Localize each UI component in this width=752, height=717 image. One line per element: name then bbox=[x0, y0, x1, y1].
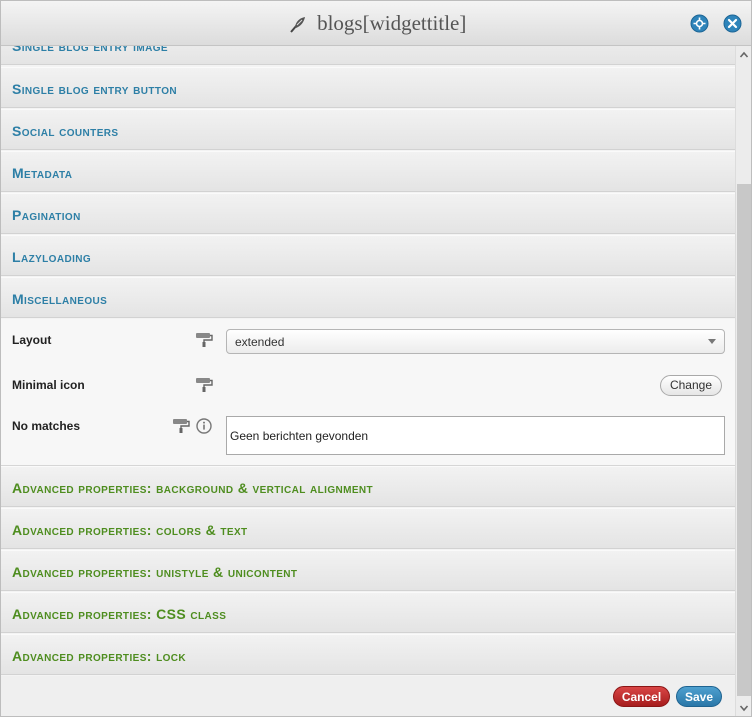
section-advanced-css-class[interactable]: Advanced properties: CSS class bbox=[1, 592, 735, 633]
layout-select[interactable]: extended bbox=[226, 329, 725, 354]
save-button[interactable]: Save bbox=[676, 686, 722, 707]
section-label: Lazyloading bbox=[12, 249, 92, 265]
feather-icon bbox=[289, 16, 305, 33]
section-single-blog-entry-image[interactable]: Single blog entry image bbox=[1, 46, 735, 65]
section-label: Advanced properties: colors & text bbox=[12, 522, 248, 538]
section-label: Advanced properties: lock bbox=[12, 648, 187, 664]
maximize-icon[interactable] bbox=[690, 14, 709, 33]
scroll-down-arrow-icon[interactable] bbox=[736, 699, 752, 717]
section-advanced-lock[interactable]: Advanced properties: lock bbox=[1, 634, 735, 675]
chevron-down-icon bbox=[708, 339, 716, 344]
change-icon-button[interactable]: Change bbox=[660, 375, 722, 396]
cancel-button[interactable]: Cancel bbox=[613, 686, 670, 707]
section-label: Miscellaneous bbox=[12, 291, 108, 307]
paint-roller-icon[interactable] bbox=[195, 332, 213, 348]
paint-roller-icon[interactable] bbox=[195, 377, 213, 393]
section-label: Single blog entry button bbox=[12, 81, 178, 97]
no-matches-label: No matches bbox=[12, 419, 81, 433]
scrollbar-thumb[interactable] bbox=[737, 184, 751, 696]
section-label: Social counters bbox=[12, 123, 119, 139]
dialog-footer: Cancel Save bbox=[1, 676, 735, 716]
widget-settings-dialog: blogs[widgettitle] Single blog entry ima… bbox=[0, 0, 752, 717]
scroll-up-arrow-icon[interactable] bbox=[736, 46, 752, 64]
section-single-blog-entry-button[interactable]: Single blog entry button bbox=[1, 67, 735, 108]
section-advanced-background[interactable]: Advanced properties: background & vertic… bbox=[1, 466, 735, 507]
dialog-title: blogs[widgettitle] bbox=[317, 11, 467, 35]
title-bar[interactable]: blogs[widgettitle] bbox=[1, 1, 751, 46]
section-social-counters[interactable]: Social counters bbox=[1, 109, 735, 150]
section-metadata[interactable]: Metadata bbox=[1, 151, 735, 192]
section-advanced-colors-text[interactable]: Advanced properties: colors & text bbox=[1, 508, 735, 549]
section-label: Metadata bbox=[12, 165, 73, 181]
section-label: Single blog entry image bbox=[12, 46, 168, 54]
layout-select-value: extended bbox=[235, 335, 285, 349]
paint-roller-icon[interactable] bbox=[172, 418, 190, 434]
minimal-icon-label: Minimal icon bbox=[12, 378, 85, 392]
close-icon[interactable] bbox=[723, 14, 742, 33]
no-matches-input[interactable]: Geen berichten gevonden bbox=[226, 416, 725, 455]
dialog-content: Single blog entry image Single blog entr… bbox=[1, 46, 735, 676]
section-label: Advanced properties: CSS class bbox=[12, 606, 227, 622]
info-icon[interactable] bbox=[196, 418, 212, 434]
no-matches-value: Geen berichten gevonden bbox=[230, 429, 369, 443]
section-advanced-unistyle[interactable]: Advanced properties: unistyle & uniconte… bbox=[1, 550, 735, 591]
section-miscellaneous[interactable]: Miscellaneous bbox=[1, 277, 735, 318]
section-label: Advanced properties: unistyle & uniconte… bbox=[12, 564, 298, 580]
section-lazyloading[interactable]: Lazyloading bbox=[1, 235, 735, 276]
section-pagination[interactable]: Pagination bbox=[1, 193, 735, 234]
layout-label: Layout bbox=[12, 333, 52, 347]
vertical-scrollbar[interactable] bbox=[735, 46, 752, 717]
section-label: Pagination bbox=[12, 207, 81, 223]
title-wrap: blogs[widgettitle] bbox=[1, 11, 751, 37]
section-label: Advanced properties: background & vertic… bbox=[12, 480, 374, 496]
miscellaneous-properties: Layout extended Minimal icon Change No m… bbox=[1, 319, 735, 466]
